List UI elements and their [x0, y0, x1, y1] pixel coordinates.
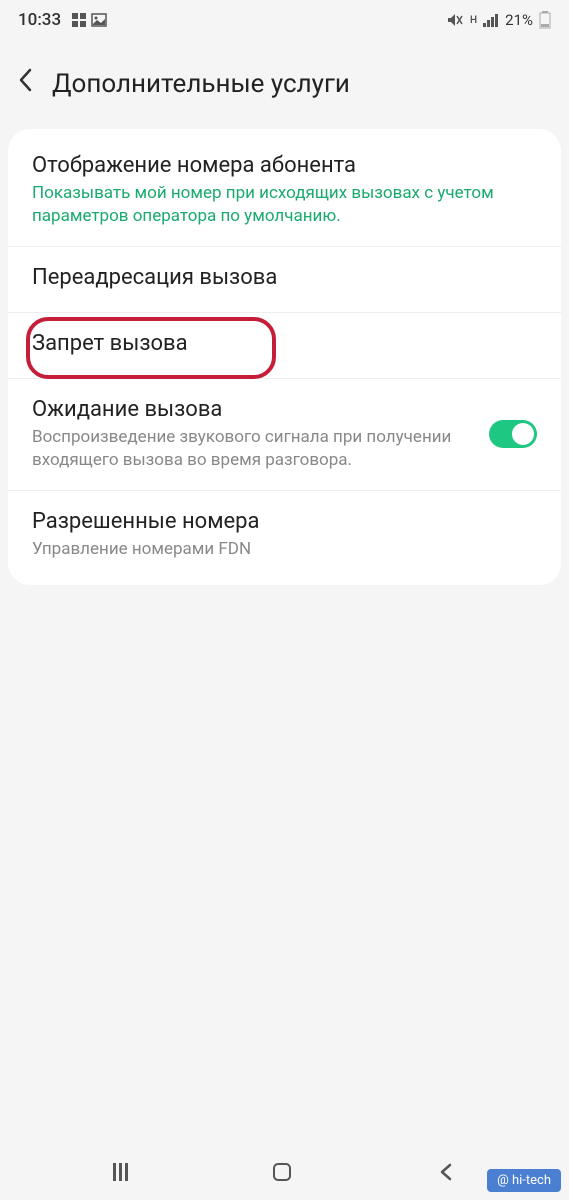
- nav-home-button[interactable]: [273, 1163, 291, 1181]
- gallery-icon: [91, 12, 107, 28]
- setting-call-barring[interactable]: Запрет вызова: [8, 313, 561, 379]
- nav-recents-button[interactable]: [113, 1163, 128, 1181]
- setting-title: Запрет вызова: [32, 331, 537, 356]
- status-left: 10:33: [18, 10, 107, 30]
- setting-caller-id[interactable]: Отображение номера абонента Показывать м…: [8, 135, 561, 247]
- chevron-left-icon: [18, 68, 32, 92]
- setting-subtitle: Показывать мой номер при исходящих вызов…: [32, 182, 537, 228]
- status-app-icons: [71, 12, 107, 28]
- battery-percent: 21%: [505, 11, 533, 29]
- network-type-icon: H: [470, 15, 477, 26]
- back-button[interactable]: [18, 68, 32, 99]
- battery-icon: [539, 11, 551, 29]
- setting-subtitle: Управление номерами FDN: [32, 538, 537, 561]
- setting-title: Отображение номера абонента: [32, 153, 537, 178]
- app-header: Дополнительные услуги: [0, 38, 569, 129]
- navigation-bar: [0, 1144, 569, 1200]
- setting-call-forwarding[interactable]: Переадресация вызова: [8, 247, 561, 313]
- setting-title: Разрешенные номера: [32, 509, 537, 534]
- setting-subtitle: Воспроизведение звукового сигнала при по…: [32, 426, 473, 472]
- status-right: H 21%: [446, 11, 551, 29]
- setting-call-waiting[interactable]: Ожидание вызова Воспроизведение звуковог…: [8, 379, 561, 491]
- nav-back-button[interactable]: [436, 1162, 456, 1182]
- status-time: 10:33: [18, 10, 61, 30]
- call-waiting-toggle[interactable]: [489, 420, 537, 448]
- setting-fixed-dialing[interactable]: Разрешенные номера Управление номерами F…: [8, 491, 561, 579]
- page-title: Дополнительные услуги: [52, 69, 350, 99]
- signal-icon: [483, 13, 499, 27]
- setting-title: Ожидание вызова: [32, 397, 473, 422]
- status-bar: 10:33 H 21%: [0, 0, 569, 38]
- settings-card: Отображение номера абонента Показывать м…: [8, 129, 561, 585]
- setting-title: Переадресация вызова: [32, 265, 537, 290]
- mute-vibrate-icon: [446, 12, 464, 28]
- watermark-badge: @ hi-tech: [487, 1169, 561, 1192]
- app-grid-icon: [71, 12, 87, 28]
